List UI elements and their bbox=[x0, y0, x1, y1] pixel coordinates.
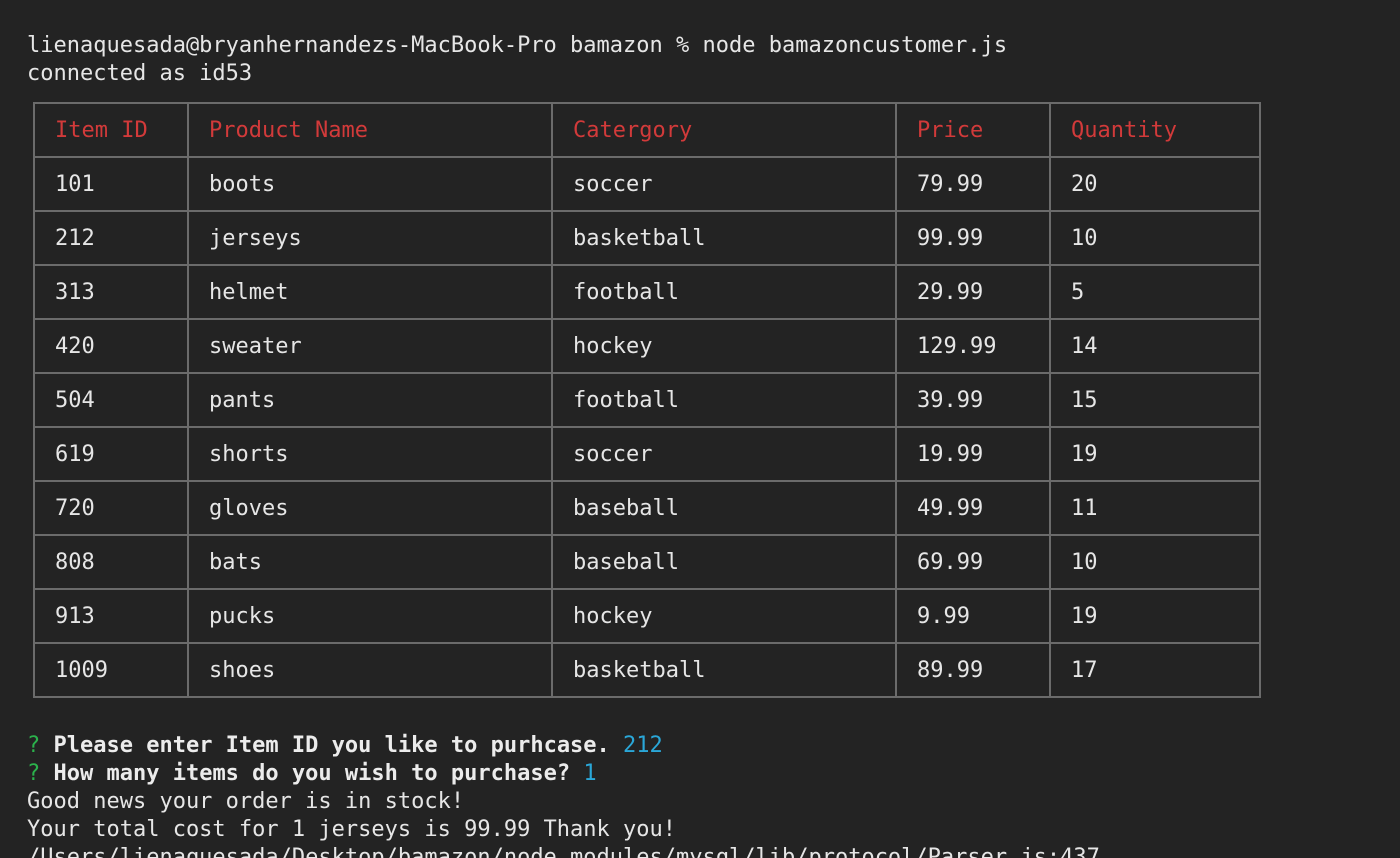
header-category: Catergory bbox=[551, 102, 897, 158]
cell-price: 49.99 bbox=[895, 480, 1051, 536]
table-header-row: Item ID Product Name Catergory Price Qua… bbox=[33, 102, 1261, 158]
prompt-answer: 212 bbox=[623, 733, 663, 758]
cell-product-name: sweater bbox=[187, 318, 553, 374]
cell-item-id: 808 bbox=[33, 534, 189, 590]
cell-product-name: helmet bbox=[187, 264, 553, 320]
table-row: 1009 shoes basketball 89.99 17 bbox=[33, 642, 1261, 698]
cell-product-name: shoes bbox=[187, 642, 553, 698]
table-row: 101 boots soccer 79.99 20 bbox=[33, 156, 1261, 212]
cell-category: baseball bbox=[551, 480, 897, 536]
table-row: 212 jerseys basketball 99.99 10 bbox=[33, 210, 1261, 266]
cell-category: hockey bbox=[551, 318, 897, 374]
stock-message: Good news your order is in stock! bbox=[27, 789, 465, 814]
cell-quantity: 17 bbox=[1049, 642, 1261, 698]
connection-status: connected as id53 bbox=[27, 61, 253, 86]
cell-product-name: pucks bbox=[187, 588, 553, 644]
cell-category: soccer bbox=[551, 426, 897, 482]
cell-price: 19.99 bbox=[895, 426, 1051, 482]
table-row: 808 bats baseball 69.99 10 bbox=[33, 534, 1261, 590]
header-product-name: Product Name bbox=[187, 102, 553, 158]
table-row: 313 helmet football 29.99 5 bbox=[33, 264, 1261, 320]
table-row: 420 sweater hockey 129.99 14 bbox=[33, 318, 1261, 374]
cell-price: 99.99 bbox=[895, 210, 1051, 266]
cell-item-id: 720 bbox=[33, 480, 189, 536]
table-row: 720 gloves baseball 49.99 11 bbox=[33, 480, 1261, 536]
cell-price: 39.99 bbox=[895, 372, 1051, 428]
table-row: 619 shorts soccer 19.99 19 bbox=[33, 426, 1261, 482]
cell-category: football bbox=[551, 264, 897, 320]
table-row: 913 pucks hockey 9.99 19 bbox=[33, 588, 1261, 644]
cell-price: 129.99 bbox=[895, 318, 1051, 374]
cell-price: 69.99 bbox=[895, 534, 1051, 590]
cell-quantity: 10 bbox=[1049, 210, 1261, 266]
header-item-id: Item ID bbox=[33, 102, 189, 158]
prompt-question-mark: ? bbox=[27, 733, 41, 758]
cell-price: 89.99 bbox=[895, 642, 1051, 698]
cell-quantity: 14 bbox=[1049, 318, 1261, 374]
cell-category: soccer bbox=[551, 156, 897, 212]
cell-product-name: pants bbox=[187, 372, 553, 428]
cell-product-name: jerseys bbox=[187, 210, 553, 266]
prompt-item-id: ? Please enter Item ID you like to purhc… bbox=[27, 732, 1100, 760]
cell-item-id: 420 bbox=[33, 318, 189, 374]
cell-item-id: 212 bbox=[33, 210, 189, 266]
cell-item-id: 101 bbox=[33, 156, 189, 212]
cell-quantity: 5 bbox=[1049, 264, 1261, 320]
cell-category: basketball bbox=[551, 210, 897, 266]
cut-off-line: /Users/lienaquesada/Desktop/bamazon/node… bbox=[27, 845, 1100, 858]
products-table: Item ID Product Name Catergory Price Qua… bbox=[33, 102, 1261, 698]
cell-price: 29.99 bbox=[895, 264, 1051, 320]
header-price: Price bbox=[895, 102, 1051, 158]
table-row: 504 pants football 39.99 15 bbox=[33, 372, 1261, 428]
cell-item-id: 313 bbox=[33, 264, 189, 320]
cell-product-name: shorts bbox=[187, 426, 553, 482]
prompt-answer: 1 bbox=[583, 761, 597, 786]
prompt-question: How many items do you wish to purchase? bbox=[53, 761, 571, 786]
prompt-quantity: ? How many items do you wish to purchase… bbox=[27, 760, 1100, 788]
cell-quantity: 20 bbox=[1049, 156, 1261, 212]
cell-category: hockey bbox=[551, 588, 897, 644]
cell-quantity: 19 bbox=[1049, 426, 1261, 482]
cell-item-id: 913 bbox=[33, 588, 189, 644]
cell-quantity: 11 bbox=[1049, 480, 1261, 536]
cell-price: 79.99 bbox=[895, 156, 1051, 212]
cell-quantity: 19 bbox=[1049, 588, 1261, 644]
cell-category: football bbox=[551, 372, 897, 428]
header-quantity: Quantity bbox=[1049, 102, 1261, 158]
total-message: Your total cost for 1 jerseys is 99.99 T… bbox=[27, 817, 677, 842]
cell-category: basketball bbox=[551, 642, 897, 698]
cell-product-name: gloves bbox=[187, 480, 553, 536]
prompt-question: Please enter Item ID you like to purhcas… bbox=[53, 733, 610, 758]
command-line: lienaquesada@bryanhernandezs-MacBook-Pro… bbox=[27, 33, 1008, 58]
cell-item-id: 504 bbox=[33, 372, 189, 428]
cell-item-id: 619 bbox=[33, 426, 189, 482]
cell-quantity: 15 bbox=[1049, 372, 1261, 428]
cell-item-id: 1009 bbox=[33, 642, 189, 698]
terminal-output: ? Please enter Item ID you like to purhc… bbox=[27, 732, 1100, 858]
terminal-window: lienaquesada@bryanhernandezs-MacBook-Pro… bbox=[27, 32, 1400, 88]
cell-product-name: boots bbox=[187, 156, 553, 212]
cell-product-name: bats bbox=[187, 534, 553, 590]
cell-price: 9.99 bbox=[895, 588, 1051, 644]
cell-category: baseball bbox=[551, 534, 897, 590]
prompt-question-mark: ? bbox=[27, 761, 41, 786]
cell-quantity: 10 bbox=[1049, 534, 1261, 590]
